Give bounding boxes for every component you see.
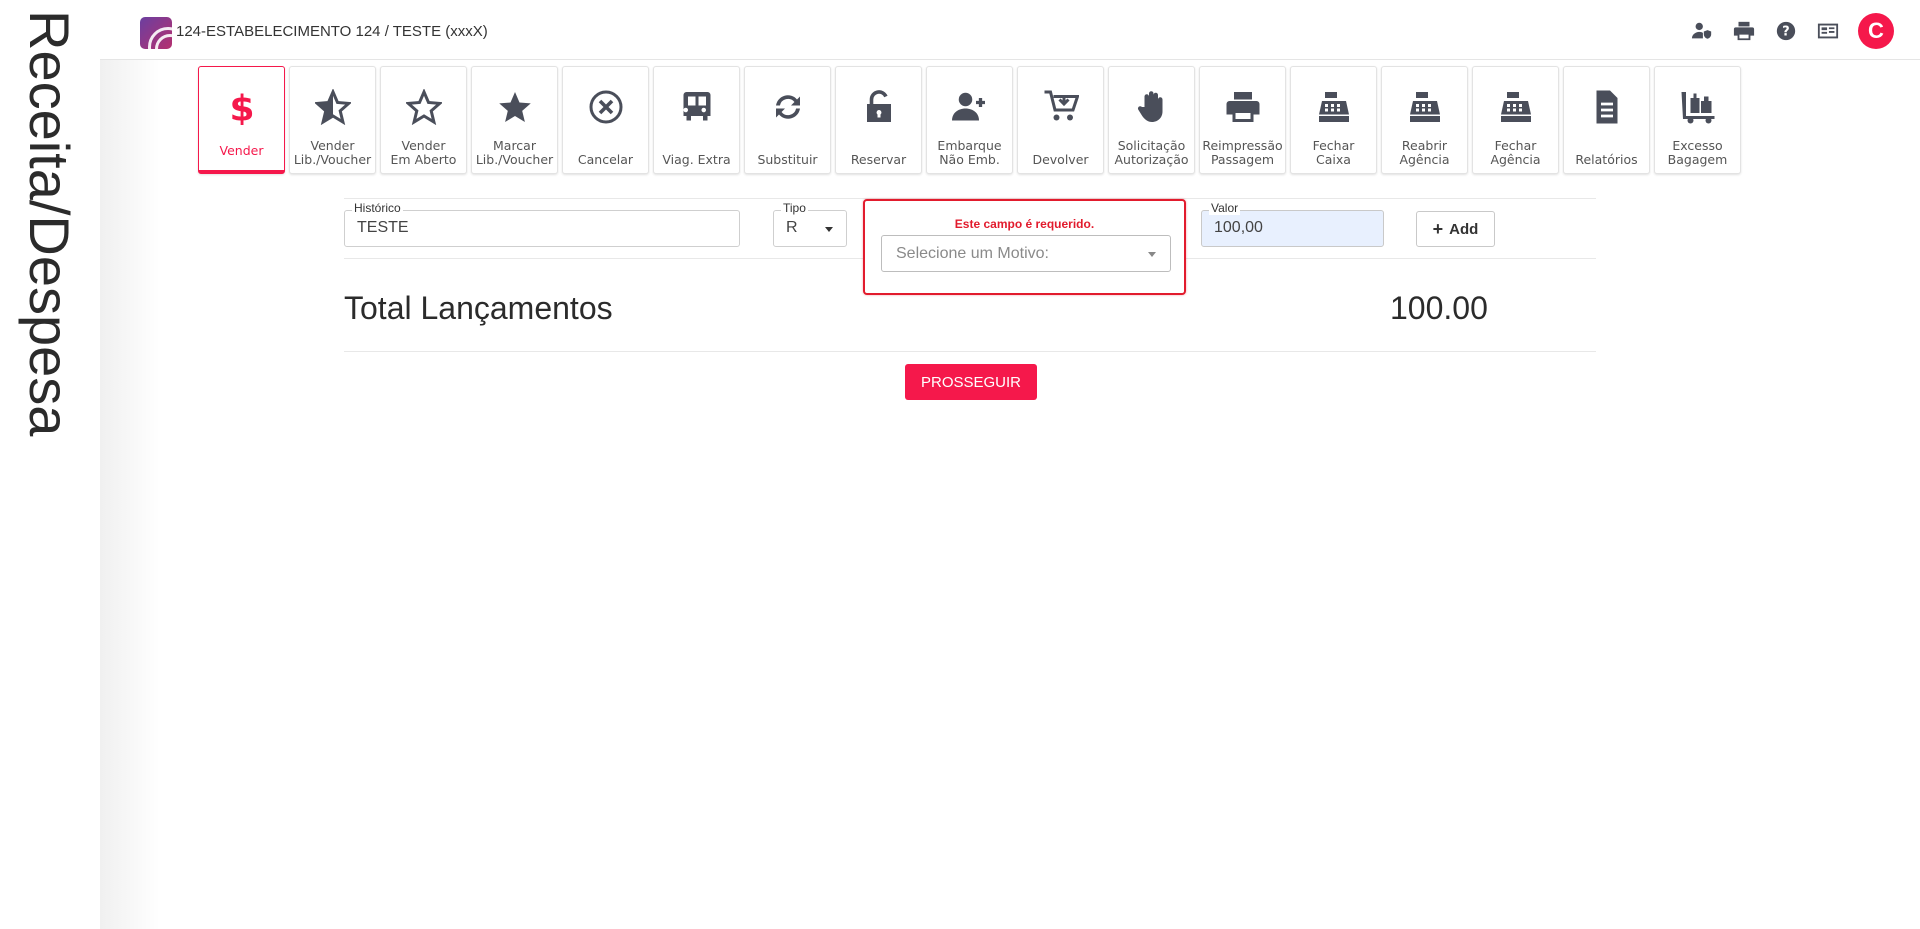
cart-return-icon bbox=[1041, 87, 1081, 127]
tool-fechar-agencia[interactable]: Fechar Agência bbox=[1472, 66, 1559, 174]
total-label: Total Lançamentos bbox=[344, 290, 613, 326]
tool-reimpressao-passagem[interactable]: Reimpressão Passagem bbox=[1199, 66, 1286, 174]
valor-input[interactable]: 100,00 bbox=[1201, 210, 1384, 247]
tool-vender-lib-voucher[interactable]: Vender Lib./Voucher bbox=[289, 66, 376, 174]
hand-icon bbox=[1132, 87, 1172, 127]
user-shield-icon[interactable] bbox=[1690, 19, 1714, 43]
tool-label: Vender Lib./Voucher bbox=[293, 138, 372, 167]
tool-label: Reabrir Agência bbox=[1399, 138, 1450, 167]
tool-relatorios[interactable]: Relatórios bbox=[1563, 66, 1650, 174]
tool-label: Fechar Caixa bbox=[1312, 138, 1355, 167]
top-header: 124-ESTABELECIMENTO 124 / TESTE (xxxX) ?… bbox=[100, 0, 1920, 60]
tool-cancelar[interactable]: Cancelar bbox=[562, 66, 649, 174]
tool-label: Viag. Extra bbox=[662, 152, 731, 167]
tipo-label: Tipo bbox=[781, 201, 808, 215]
star-half-icon bbox=[313, 87, 353, 127]
tool-label: Fechar Agência bbox=[1490, 138, 1541, 167]
historico-label: Histórico bbox=[352, 201, 403, 215]
dollar-icon: $ bbox=[222, 87, 262, 127]
unlock-icon bbox=[859, 87, 899, 127]
tool-embarque-nao-emb[interactable]: Embarque Não Emb. bbox=[926, 66, 1013, 174]
tool-label: Excesso Bagagem bbox=[1667, 138, 1728, 167]
page-side-title: Receita/Despesa bbox=[18, 10, 81, 437]
motivo-error-container: Este campo é requerido. Selecione um Mot… bbox=[863, 199, 1186, 295]
tool-label: Reimpressão Passagem bbox=[1202, 138, 1283, 167]
tool-label: Reservar bbox=[850, 152, 907, 167]
tool-label: Solicitação Autorização bbox=[1114, 138, 1189, 167]
user-avatar[interactable]: C bbox=[1858, 13, 1894, 49]
tool-label: Relatórios bbox=[1575, 152, 1638, 167]
tool-devolver[interactable]: Devolver bbox=[1017, 66, 1104, 174]
motivo-error-message: Este campo é requerido. bbox=[954, 217, 1095, 231]
cancel-circle-icon bbox=[586, 87, 626, 127]
motivo-select[interactable]: Selecione um Motivo: bbox=[881, 235, 1171, 272]
total-value: 100.00 bbox=[1390, 290, 1488, 326]
tool-fechar-caixa[interactable]: Fechar Caixa bbox=[1290, 66, 1377, 174]
header-icon-group: ? C bbox=[1690, 13, 1894, 49]
add-button-label: Add bbox=[1449, 220, 1479, 238]
printer-icon[interactable] bbox=[1732, 19, 1756, 43]
svg-text:?: ? bbox=[1782, 25, 1789, 40]
tool-reabrir-agencia[interactable]: Reabrir Agência bbox=[1381, 66, 1468, 174]
establishment-title: 124-ESTABELECIMENTO 124 / TESTE (xxxX) bbox=[176, 23, 488, 40]
valor-label: Valor bbox=[1209, 201, 1241, 215]
tool-marcar-lib-voucher[interactable]: Marcar Lib./Voucher bbox=[471, 66, 558, 174]
motivo-placeholder: Selecione um Motivo: bbox=[896, 245, 1049, 262]
tipo-select[interactable]: R bbox=[773, 210, 847, 247]
chevron-down-icon bbox=[1148, 252, 1156, 257]
tool-label: Devolver bbox=[1032, 152, 1089, 167]
tool-label: Embarque Não Emb. bbox=[937, 138, 1002, 167]
tool-viag-extra[interactable]: Viag. Extra bbox=[653, 66, 740, 174]
cash-register-icon bbox=[1405, 87, 1445, 127]
historico-input[interactable]: TESTE bbox=[344, 210, 740, 247]
cash-register-icon[interactable] bbox=[1816, 19, 1840, 43]
sync-icon bbox=[768, 87, 808, 127]
cash-register-icon bbox=[1496, 87, 1536, 127]
tool-label: Vender Em Aberto bbox=[390, 138, 457, 167]
tool-vender[interactable]: $ Vender bbox=[198, 66, 285, 174]
chevron-down-icon bbox=[825, 227, 833, 232]
tipo-value: R bbox=[786, 219, 798, 236]
tool-solicitacao-autorizacao[interactable]: Solicitação Autorização bbox=[1108, 66, 1195, 174]
proceed-button[interactable]: PROSSEGUIR bbox=[905, 364, 1037, 400]
star-outline-icon bbox=[404, 87, 444, 127]
printer-icon bbox=[1223, 87, 1263, 127]
file-icon bbox=[1587, 87, 1627, 127]
help-icon[interactable]: ? bbox=[1774, 19, 1798, 43]
svg-text:$: $ bbox=[229, 89, 254, 125]
tool-reservar[interactable]: Reservar bbox=[835, 66, 922, 174]
bus-icon bbox=[677, 87, 717, 127]
tool-substituir[interactable]: Substituir bbox=[744, 66, 831, 174]
side-shadow bbox=[100, 0, 160, 929]
tool-vender-em-aberto[interactable]: Vender Em Aberto bbox=[380, 66, 467, 174]
tool-label: Cancelar bbox=[577, 152, 634, 167]
tool-excesso-bagagem[interactable]: Excesso Bagagem bbox=[1654, 66, 1741, 174]
summary-divider bbox=[344, 351, 1596, 352]
user-plus-icon bbox=[950, 87, 990, 127]
tool-label: Marcar Lib./Voucher bbox=[475, 138, 554, 167]
brand-logo[interactable] bbox=[140, 17, 172, 49]
plus-icon: + bbox=[1432, 219, 1444, 239]
luggage-cart-icon bbox=[1678, 87, 1718, 127]
star-icon bbox=[495, 87, 535, 127]
cash-register-icon bbox=[1314, 87, 1354, 127]
page-side-title-panel: Receita/Despesa bbox=[0, 0, 100, 929]
action-toolbar: $ Vender Vender Lib./Voucher Vender Em A… bbox=[198, 66, 1741, 174]
tool-label: Vender bbox=[219, 143, 264, 158]
tool-label: Substituir bbox=[757, 152, 818, 167]
add-button[interactable]: + Add bbox=[1416, 211, 1495, 247]
